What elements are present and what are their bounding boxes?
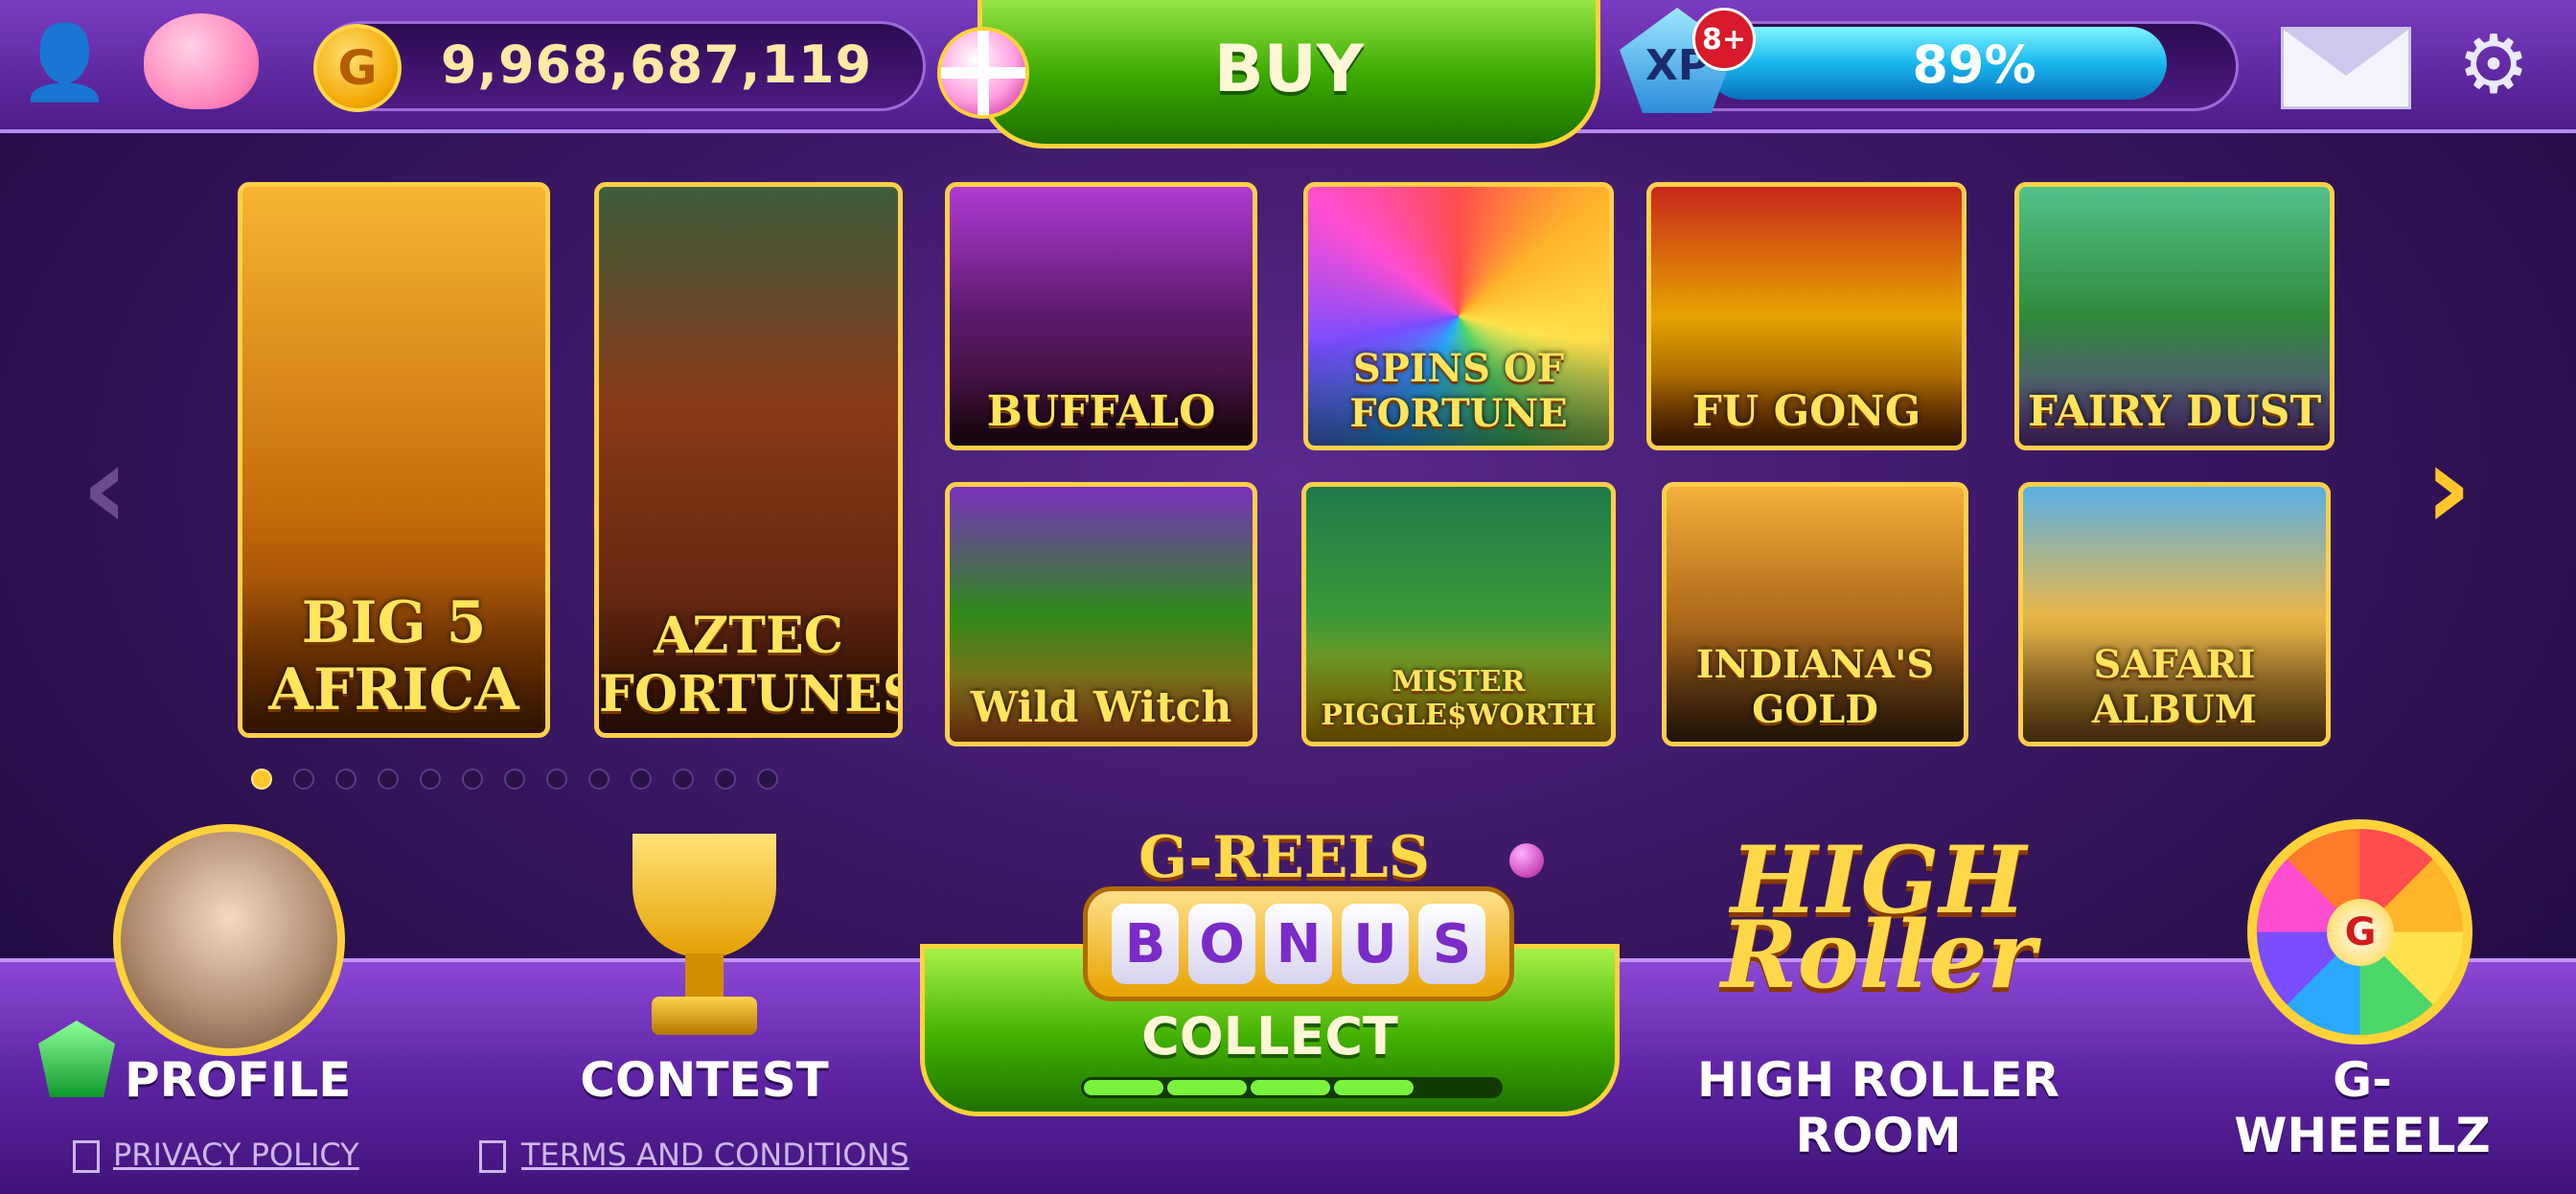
carousel-dot[interactable] — [546, 769, 567, 790]
contest-label[interactable]: CONTEST — [570, 1052, 839, 1108]
trophy-icon[interactable] — [632, 834, 776, 958]
carousel-dot[interactable] — [504, 769, 525, 790]
bonus-reel-letter: U — [1342, 904, 1409, 984]
g-wheeelz-label[interactable]: G-WHEEELZ — [2223, 1052, 2501, 1163]
greels-title: G-REELS — [1138, 824, 1431, 891]
add-user-icon[interactable]: 👤 — [19, 19, 110, 105]
game-tile-big5africa[interactable]: BIG 5 AFRICA — [238, 182, 550, 738]
privacy-policy-link[interactable]: PRIVACY POLICY — [113, 1137, 359, 1173]
document-icon — [479, 1140, 506, 1173]
bonus-reel-letter: N — [1265, 904, 1332, 984]
collect-progress-segment — [1417, 1080, 1497, 1095]
collect-label: COLLECT — [1141, 1006, 1398, 1067]
trophy-base — [652, 997, 757, 1035]
buy-button[interactable]: BUY — [978, 0, 1600, 149]
avatar[interactable] — [113, 824, 345, 1056]
game-title: FAIRY DUST — [2019, 378, 2330, 446]
terms-link[interactable]: TERMS AND CONDITIONS — [521, 1137, 909, 1173]
carousel-page-indicator — [251, 769, 778, 790]
bonus-reel-letter: O — [1188, 904, 1255, 984]
level-badge: 8+ — [1692, 8, 1756, 71]
gear-icon[interactable]: ⚙ — [2453, 24, 2534, 104]
game-title: SPINS OF FORTUNE — [1308, 336, 1609, 446]
mail-icon[interactable] — [2281, 27, 2411, 109]
collect-progress-bar — [1081, 1077, 1503, 1098]
bonus-reel-letter: S — [1418, 904, 1485, 984]
wheel-hub: G — [2327, 899, 2394, 966]
game-title: BIG 5 AFRICA — [242, 580, 545, 733]
game-title: FU GONG — [1651, 378, 1962, 446]
game-tile-wild-witch[interactable]: Wild Witch — [945, 482, 1257, 746]
game-title: INDIANA'S GOLD — [1667, 632, 1964, 742]
collect-progress-segment — [1084, 1080, 1163, 1095]
game-title: AZTEC FORTUNES — [599, 597, 898, 733]
carousel-dot[interactable] — [462, 769, 483, 790]
carousel-dot[interactable] — [673, 769, 694, 790]
carousel-dot[interactable] — [378, 769, 399, 790]
carousel-prev-arrow[interactable]: ‹ — [81, 422, 128, 555]
carousel-dot[interactable] — [588, 769, 610, 790]
coin-icon: G — [313, 24, 402, 112]
collect-progress-segment — [1167, 1080, 1247, 1095]
gift-icon[interactable] — [937, 27, 1029, 119]
xp-percent: 89% — [1912, 34, 2036, 95]
carousel-dot[interactable] — [757, 769, 778, 790]
carousel-dot[interactable] — [335, 769, 356, 790]
game-title: Wild Witch — [950, 674, 1253, 742]
game-tile-spins-of-fortune[interactable]: SPINS OF FORTUNE — [1303, 182, 1614, 450]
collect-progress-segment — [1251, 1080, 1330, 1095]
collect-progress-segment — [1334, 1080, 1414, 1095]
game-tile-mister-piggleswoth[interactable]: MISTER PIGGLE$WORTH — [1301, 482, 1616, 746]
game-title: MISTER PIGGLE$WORTH — [1306, 655, 1611, 742]
carousel-dot[interactable] — [420, 769, 441, 790]
bonus-reel[interactable]: BONUS — [1083, 886, 1514, 1001]
game-tile-buffalo[interactable]: BUFFALO — [945, 182, 1257, 450]
carousel-dot[interactable] — [715, 769, 736, 790]
game-tile-aztec-fortunes[interactable]: AZTEC FORTUNES — [594, 182, 903, 738]
game-tile-safari-album[interactable]: SAFARI ALBUM — [2018, 482, 2331, 746]
high-roller-logo[interactable]: HIGH Roller — [1715, 835, 2041, 1001]
profile-label[interactable]: PROFILE — [125, 1052, 351, 1108]
piggy-bank-icon[interactable] — [144, 13, 259, 109]
carousel-dot[interactable] — [293, 769, 314, 790]
coin-balance: 9,968,687,119 — [440, 34, 873, 95]
trophy-stem — [685, 953, 724, 1001]
carousel-dot[interactable] — [251, 769, 272, 790]
bonus-reel-letter: B — [1112, 904, 1179, 984]
game-tile-indianas-gold[interactable]: INDIANA'S GOLD — [1662, 482, 1968, 746]
carousel-next-arrow[interactable]: › — [2425, 422, 2472, 555]
document-icon — [73, 1140, 100, 1173]
game-tile-fu-gong[interactable]: FU GONG — [1646, 182, 1966, 450]
game-tile-fairy-dust[interactable]: FAIRY DUST — [2014, 182, 2334, 450]
high-roller-room-label[interactable]: HIGH ROLLER ROOM — [1648, 1052, 2108, 1163]
game-title: SAFARI ALBUM — [2023, 632, 2326, 742]
carousel-dot[interactable] — [631, 769, 652, 790]
slot-lever-icon — [1509, 843, 1544, 878]
game-title: BUFFALO — [950, 378, 1253, 446]
